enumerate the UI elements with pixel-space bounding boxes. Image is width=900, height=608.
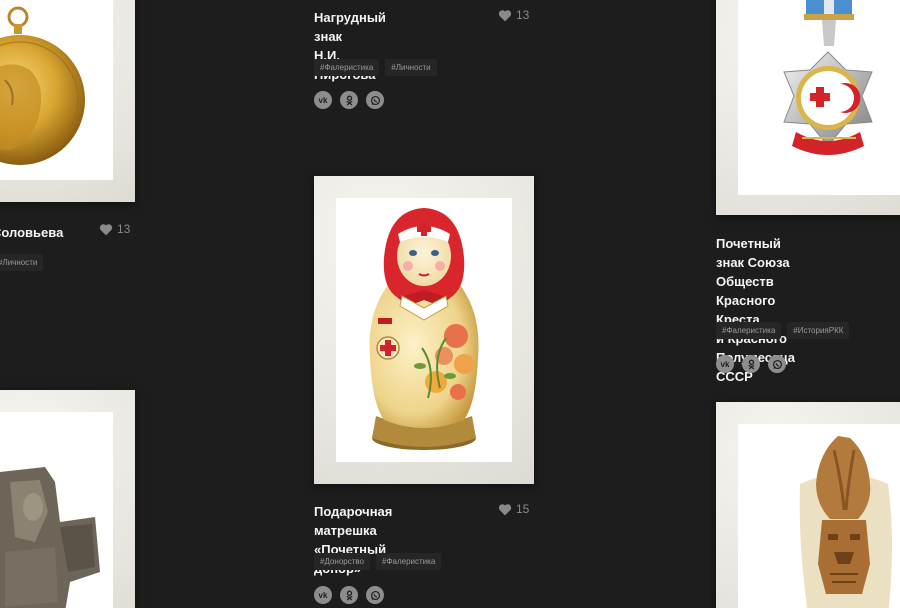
gold-medal-image [0,0,113,180]
tag[interactable]: #Фалеристика [716,322,782,339]
tag-list: #Донорство #Фалеристика [314,553,442,570]
heart-icon [498,9,512,21]
tag[interactable]: #ИсторияРКК [787,322,850,339]
whatsapp-icon[interactable] [768,355,786,373]
heart-icon [99,223,113,235]
vk-icon[interactable]: vk [314,586,332,604]
share-buttons: vk [314,91,384,109]
photo-frame [716,402,900,608]
bronze-sculpture-image [0,412,113,608]
share-buttons: vk [314,586,384,604]
red-cross-badge-image [738,0,900,195]
like-counter[interactable]: 15 [498,502,529,516]
tag[interactable]: #Личности [385,59,437,76]
tag[interactable]: #Донорство [314,553,370,570]
vk-icon[interactable]: vk [314,91,332,109]
photo-frame [0,390,135,608]
like-counter[interactable]: 13 [498,8,529,22]
photo-frame [716,0,900,215]
carving-photo[interactable] [738,424,900,608]
tag-list: #Фалеристика #ИсторияРКК [716,322,850,339]
vk-icon[interactable]: vk [716,355,734,373]
carved-figure-image [738,424,900,608]
like-counter[interactable]: 13 [99,222,130,236]
matryoshka-image [336,198,512,462]
odnoklassniki-icon[interactable] [742,355,760,373]
tag[interactable]: #Личности [0,254,44,271]
tag[interactable]: #Фалеристика [376,553,442,570]
photo-frame [0,0,135,202]
card-title[interactable]: Соловьева [0,223,63,242]
tag[interactable]: #Фалеристика [314,59,380,76]
medal-photo[interactable] [0,0,113,180]
whatsapp-icon[interactable] [366,586,384,604]
photo-frame [314,176,534,484]
odnoklassniki-icon[interactable] [340,91,358,109]
odnoklassniki-icon[interactable] [340,586,358,604]
like-count: 15 [516,502,530,516]
tag-list: #Личности [0,254,44,271]
badge-photo[interactable] [738,0,900,195]
heart-icon [498,503,512,515]
whatsapp-icon[interactable] [366,91,384,109]
like-count: 13 [117,222,131,236]
matryoshka-photo[interactable] [336,198,512,462]
tag-list: #Фалеристика #Личности [314,59,437,76]
share-buttons: vk [716,355,786,373]
sculpture-photo[interactable] [0,412,113,608]
like-count: 13 [516,8,530,22]
